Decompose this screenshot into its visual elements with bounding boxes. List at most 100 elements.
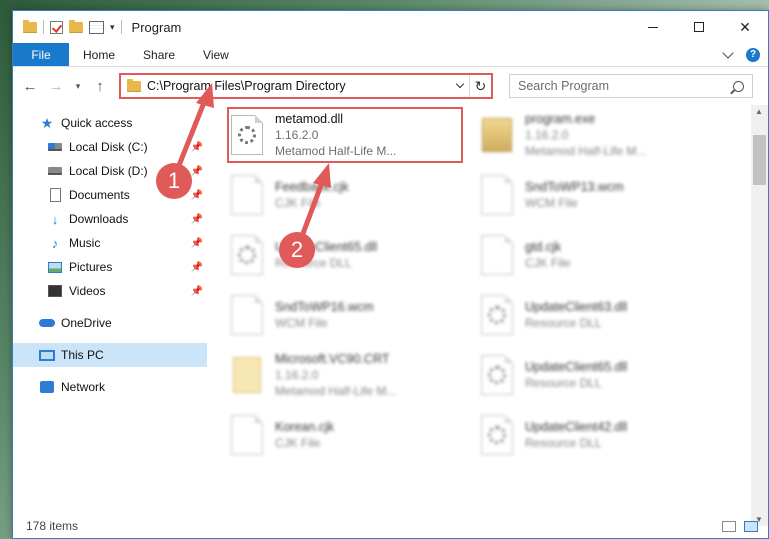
file-name: program.exe bbox=[525, 112, 596, 126]
chevron-down-icon bbox=[455, 79, 465, 89]
dll-gear-icon bbox=[227, 111, 267, 159]
explorer-window: ▾ Program ✕ File Home Share View ? ← → ▾… bbox=[12, 10, 769, 539]
large-icons-view-icon[interactable] bbox=[744, 520, 758, 532]
status-bar: 178 items bbox=[13, 514, 768, 538]
sidebar-item-label: Downloads bbox=[69, 212, 129, 226]
tab-home[interactable]: Home bbox=[69, 43, 129, 66]
pin-icon[interactable]: 📌 bbox=[191, 238, 203, 249]
file-item[interactable]: SndToWP16.wcm WCM File bbox=[227, 285, 477, 345]
sidebar-item-this-pc[interactable]: This PC bbox=[13, 343, 207, 367]
file-item[interactable]: program.exe 1.16.2.0 Metamod Half-Life M..… bbox=[477, 105, 727, 165]
address-path[interactable]: C:\Program Files\Program Directory bbox=[147, 79, 451, 93]
minimize-icon bbox=[648, 26, 658, 28]
back-button[interactable]: ← bbox=[19, 75, 41, 97]
sidebar-item-onedrive[interactable]: OneDrive bbox=[13, 311, 207, 335]
file-item[interactable]: UpdateClient42.dll Resource DLL bbox=[477, 405, 727, 465]
sidebar-item-downloads[interactable]: ↓ Downloads 📌 bbox=[13, 207, 207, 231]
step-2-badge: 2 bbox=[279, 232, 315, 268]
address-bar[interactable]: C:\Program Files\Program Directory ↻ bbox=[119, 73, 493, 99]
file-item[interactable]: UpdateClient65.dll Resource DLL bbox=[227, 225, 477, 285]
file-item[interactable]: UpdateClient65.dll Resource DLL bbox=[477, 345, 727, 405]
file-meta: Resource DLL bbox=[525, 436, 602, 450]
maximize-icon bbox=[694, 22, 704, 32]
music-icon: ♪ bbox=[51, 235, 59, 251]
customize-icon[interactable] bbox=[89, 20, 104, 34]
file-item[interactable]: UpdateClient63.dll Resource DLL bbox=[477, 285, 727, 345]
details-view-icon[interactable] bbox=[722, 520, 736, 532]
up-button[interactable]: ↑ bbox=[89, 75, 111, 97]
refresh-button[interactable]: ↻ bbox=[469, 75, 491, 97]
folder-icon bbox=[23, 19, 37, 33]
file-icon bbox=[477, 171, 517, 219]
file-meta: Resource DLL bbox=[525, 376, 602, 390]
file-item[interactable]: Microsoft.VC90.CRT 1.16.2.0 Metamod Half-L… bbox=[227, 345, 477, 405]
dll-gear-icon bbox=[477, 351, 517, 399]
chevron-down-icon[interactable]: ▾ bbox=[110, 22, 115, 33]
scroll-up-icon[interactable]: ▲ bbox=[755, 107, 763, 116]
vertical-scrollbar[interactable]: ▲ ▼ bbox=[751, 105, 768, 526]
file-name: UpdateClient65.dll bbox=[525, 360, 628, 374]
quick-access-toolbar: ▾ bbox=[13, 11, 122, 43]
sidebar-item-label: Network bbox=[61, 380, 106, 394]
sidebar-item-pictures[interactable]: Pictures 📌 bbox=[13, 255, 207, 279]
file-name: SndToWP16.wcm bbox=[275, 300, 374, 314]
document-icon bbox=[49, 188, 61, 202]
download-icon: ↓ bbox=[51, 211, 59, 227]
file-meta: CJK File bbox=[275, 196, 321, 210]
file-description: Metamod Half-Life M... bbox=[275, 384, 397, 398]
file-description: Metamod Half-Life M... bbox=[275, 144, 397, 158]
maximize-button[interactable] bbox=[676, 11, 722, 43]
drive-icon bbox=[48, 143, 62, 151]
file-icon bbox=[227, 411, 267, 459]
search-icon bbox=[733, 80, 744, 92]
file-name: gtd.cjk bbox=[525, 240, 562, 254]
file-item[interactable]: metamod.dll 1.16.2.0 Metamod Half-Life M..… bbox=[227, 105, 477, 165]
close-icon: ✕ bbox=[739, 18, 751, 35]
new-folder-icon[interactable] bbox=[69, 19, 83, 33]
pin-icon[interactable]: 📌 bbox=[191, 286, 203, 297]
file-icon bbox=[227, 171, 267, 219]
tab-file[interactable]: File bbox=[13, 43, 69, 66]
drive-icon bbox=[48, 167, 62, 175]
minimize-button[interactable] bbox=[630, 11, 676, 43]
file-name: Korean.cjk bbox=[275, 420, 335, 434]
file-name: UpdateClient42.dll bbox=[525, 420, 628, 434]
sidebar-item-local-disk-c[interactable]: Local Disk (C:) 📌 bbox=[13, 135, 207, 159]
properties-check-icon[interactable] bbox=[50, 20, 63, 34]
pin-icon[interactable]: 📌 bbox=[191, 214, 203, 225]
scrollbar-thumb[interactable] bbox=[753, 135, 766, 185]
address-dropdown-button[interactable] bbox=[451, 79, 469, 89]
sidebar-item-label: Quick access bbox=[61, 116, 133, 130]
sidebar-item-network[interactable]: Network bbox=[13, 375, 207, 399]
file-meta: Resource DLL bbox=[525, 316, 602, 330]
divider bbox=[43, 20, 44, 34]
sidebar-item-quick-access[interactable]: ★ Quick access bbox=[13, 111, 207, 135]
tab-share[interactable]: Share bbox=[129, 43, 189, 66]
file-name: UpdateClient63.dll bbox=[525, 300, 628, 314]
file-name: Microsoft.VC90.CRT bbox=[275, 352, 390, 366]
sidebar-item-label: Local Disk (D:) bbox=[69, 164, 148, 178]
computer-icon bbox=[39, 349, 55, 361]
sidebar-item-label: Local Disk (C:) bbox=[69, 140, 148, 154]
sidebar-item-music[interactable]: ♪ Music 📌 bbox=[13, 231, 207, 255]
pin-icon[interactable]: 📌 bbox=[191, 166, 203, 177]
recent-locations-button[interactable]: ▾ bbox=[71, 75, 85, 97]
close-button[interactable]: ✕ bbox=[722, 11, 768, 43]
file-item[interactable]: Feedback.cjk CJK File bbox=[227, 165, 477, 225]
file-item[interactable]: gtd.cjk CJK File bbox=[477, 225, 727, 285]
exe-icon bbox=[477, 111, 517, 159]
help-icon[interactable]: ? bbox=[746, 47, 760, 62]
search-input[interactable]: Search Program bbox=[509, 74, 753, 98]
pin-icon[interactable]: 📌 bbox=[191, 142, 203, 153]
file-item[interactable]: Korean.cjk CJK File bbox=[227, 405, 477, 465]
sidebar-item-videos[interactable]: Videos 📌 bbox=[13, 279, 207, 303]
forward-button[interactable]: → bbox=[45, 75, 67, 97]
pin-icon[interactable]: 📌 bbox=[191, 190, 203, 201]
expand-ribbon-icon[interactable] bbox=[722, 46, 734, 59]
pin-icon[interactable]: 📌 bbox=[191, 262, 203, 273]
dll-gear-icon bbox=[477, 291, 517, 339]
file-item[interactable]: SndToWP13.wcm WCM File bbox=[477, 165, 727, 225]
network-icon bbox=[40, 381, 54, 393]
tab-view[interactable]: View bbox=[189, 43, 243, 66]
window-title: Program bbox=[131, 19, 182, 35]
